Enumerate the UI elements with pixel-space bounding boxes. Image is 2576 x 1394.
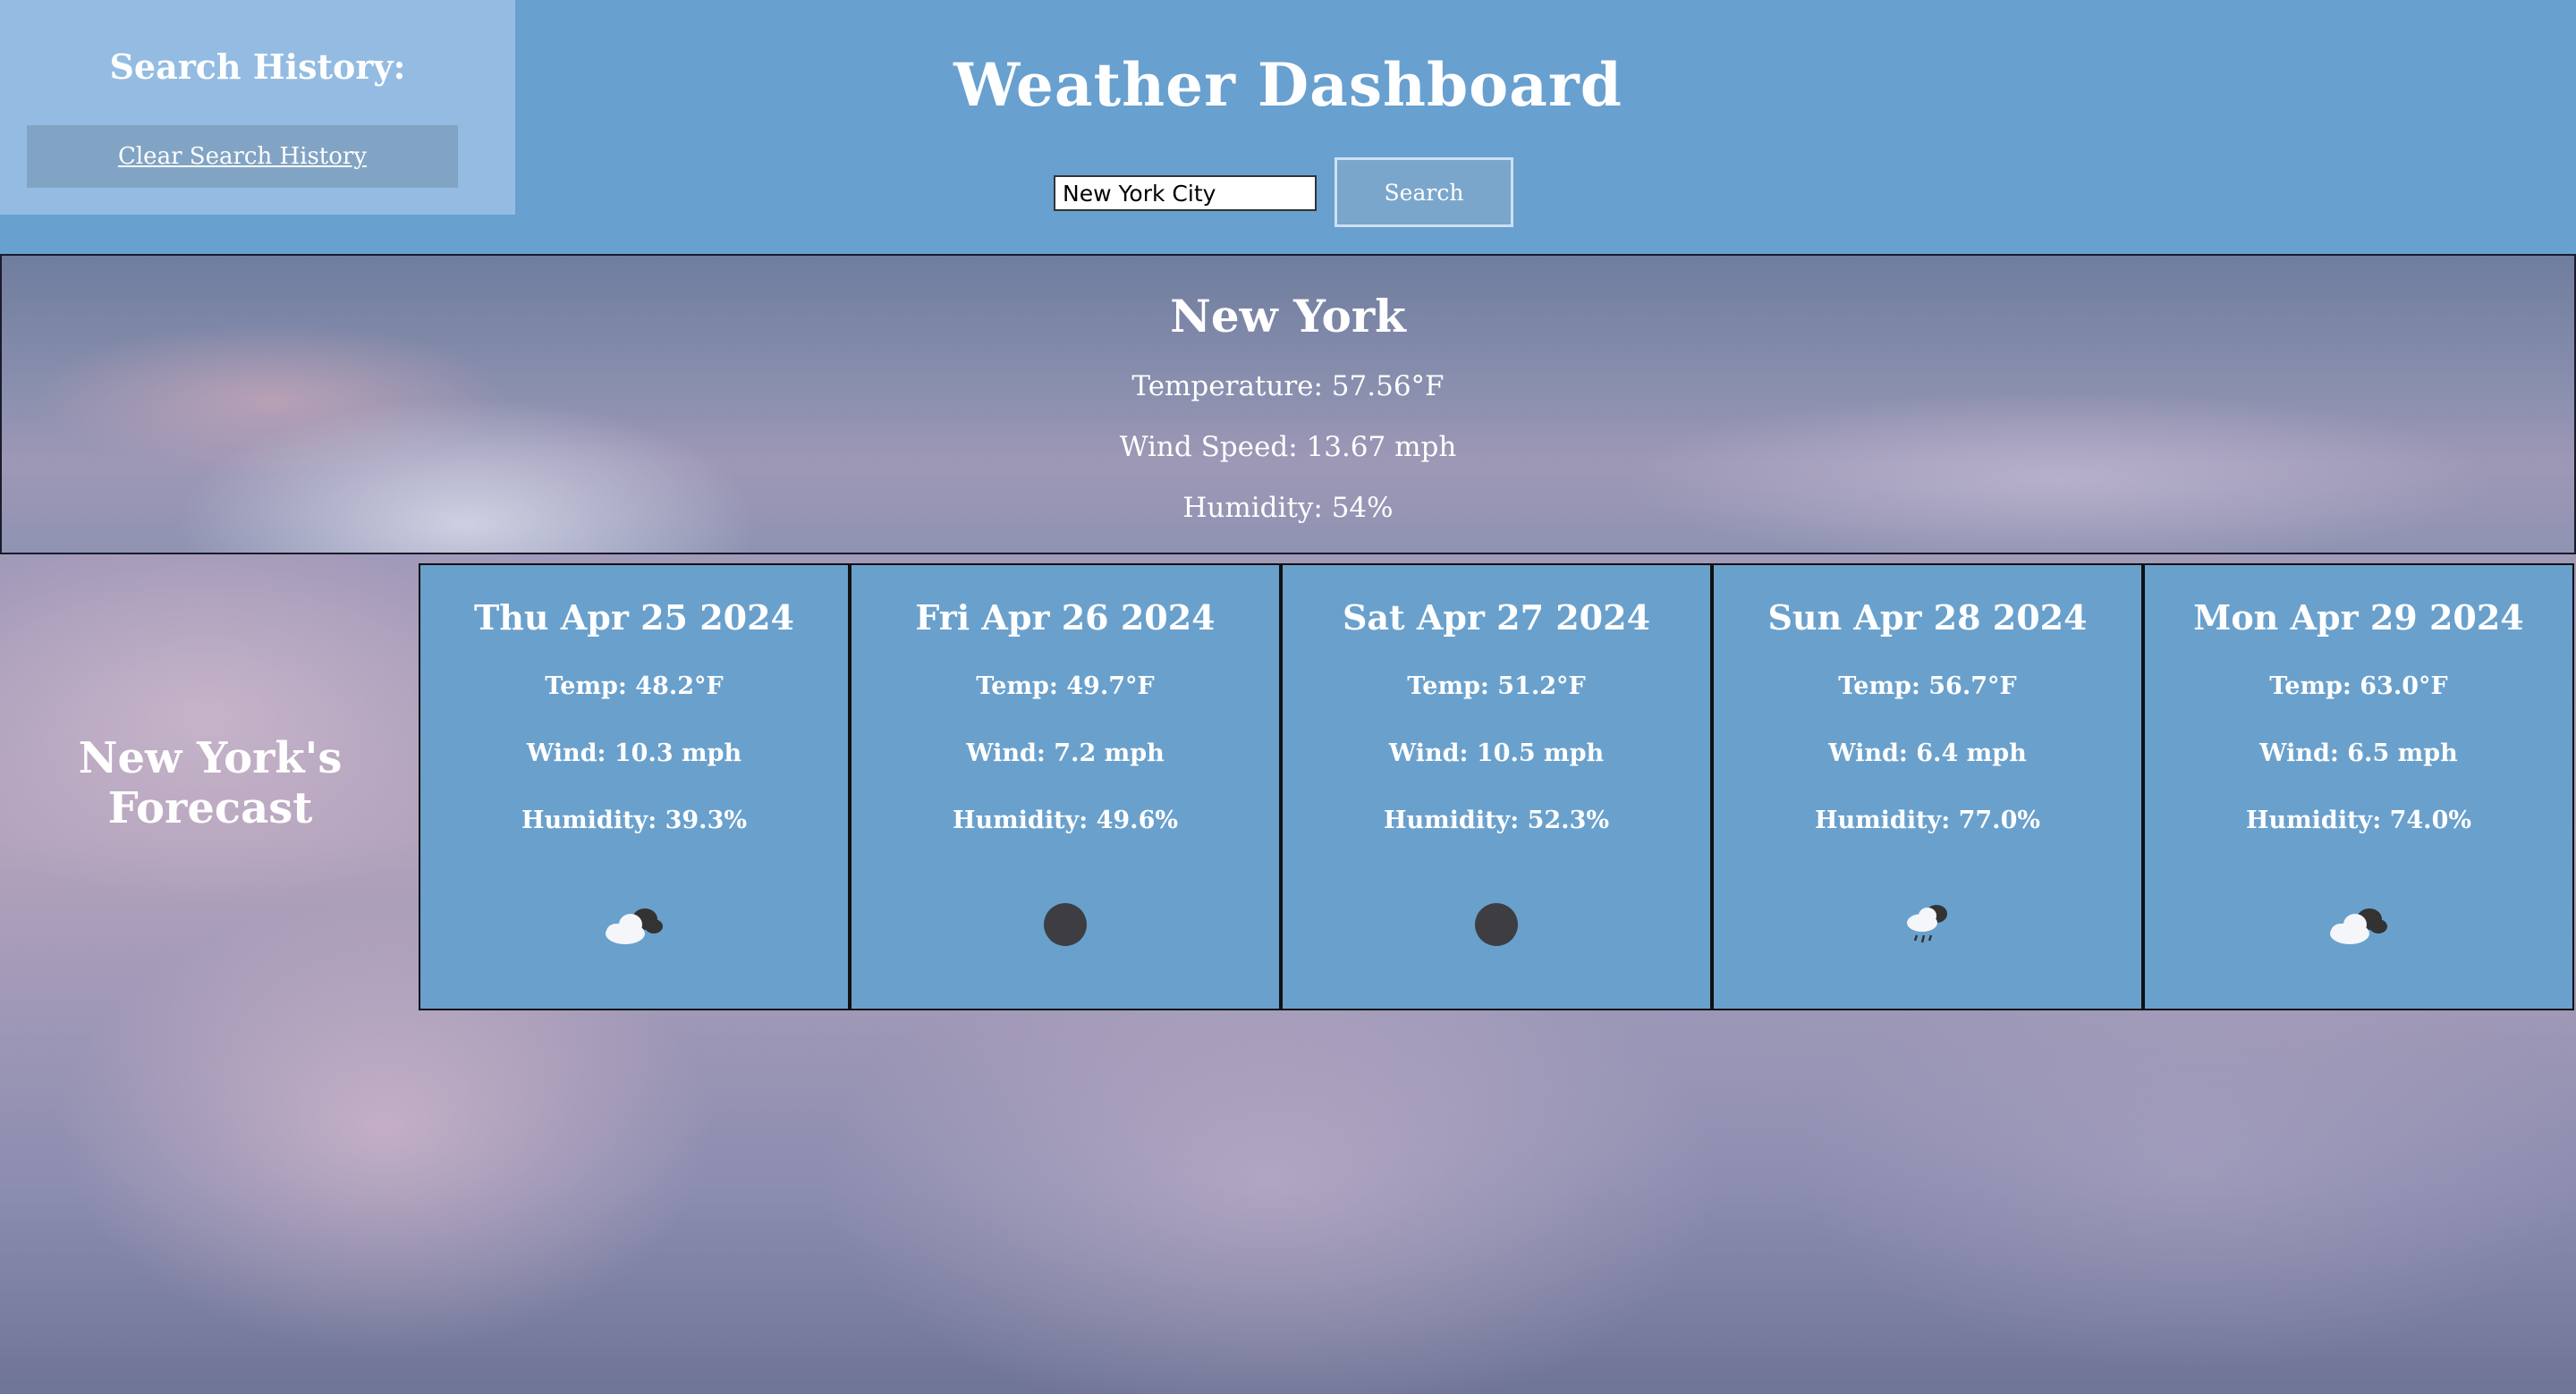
current-weather-card: New York Temperature: 57.56°F Wind Speed… bbox=[0, 254, 2576, 554]
current-humidity: Humidity: 54% bbox=[1182, 492, 1394, 524]
partly-cloudy-icon bbox=[2330, 908, 2387, 944]
forecast-temp: Temp: 51.2°F bbox=[1407, 672, 1586, 700]
dark-circle-icon bbox=[1475, 903, 1518, 946]
forecast-day-card: Sun Apr 28 2024 Temp: 56.7°F Wind: 6.4 m… bbox=[1712, 563, 2143, 1010]
forecast-humidity: Humidity: 77.0% bbox=[1814, 807, 2041, 834]
forecast-day-card: Mon Apr 29 2024 Temp: 63.0°F Wind: 6.5 m… bbox=[2143, 563, 2574, 1010]
forecast-temp: Temp: 56.7°F bbox=[1838, 672, 2017, 700]
forecast-day-card: Sat Apr 27 2024 Temp: 51.2°F Wind: 10.5 … bbox=[1281, 563, 1712, 1010]
search-button[interactable]: Search bbox=[1335, 157, 1513, 227]
clear-history-button[interactable]: Clear Search History bbox=[27, 125, 458, 188]
forecast-day-card: Thu Apr 25 2024 Temp: 48.2°F Wind: 10.3 … bbox=[419, 563, 850, 1010]
search-history-title: Search History: bbox=[109, 46, 406, 87]
forecast-wind: Wind: 10.5 mph bbox=[1388, 739, 1605, 767]
forecast-cards: Thu Apr 25 2024 Temp: 48.2°F Wind: 10.3 … bbox=[419, 563, 2576, 1010]
forecast-date: Sun Apr 28 2024 bbox=[1767, 597, 2088, 638]
forecast-wind: Wind: 6.4 mph bbox=[1828, 739, 2027, 767]
forecast-humidity: Humidity: 52.3% bbox=[1383, 807, 1610, 834]
partly-cloudy-icon bbox=[606, 908, 663, 944]
forecast-temp: Temp: 48.2°F bbox=[545, 672, 724, 700]
forecast-wind: Wind: 7.2 mph bbox=[966, 739, 1165, 767]
forecast-humidity: Humidity: 49.6% bbox=[952, 807, 1179, 834]
forecast-temp: Temp: 49.7°F bbox=[976, 672, 1155, 700]
page-title: Weather Dashboard bbox=[953, 50, 1623, 120]
forecast-wind: Wind: 10.3 mph bbox=[526, 739, 742, 767]
forecast-date: Fri Apr 26 2024 bbox=[915, 597, 1216, 638]
forecast-heading: New York's Forecast bbox=[78, 733, 343, 833]
dark-circle-icon bbox=[1044, 903, 1087, 946]
rain-cloud-icon bbox=[1907, 905, 1947, 943]
forecast-date: Mon Apr 29 2024 bbox=[2193, 597, 2524, 638]
current-city-name: New York bbox=[1170, 290, 1406, 342]
current-wind-speed: Wind Speed: 13.67 mph bbox=[1119, 431, 1457, 463]
city-search-input[interactable] bbox=[1054, 175, 1317, 211]
forecast-wind: Wind: 6.5 mph bbox=[2259, 739, 2458, 767]
forecast-humidity: Humidity: 39.3% bbox=[521, 807, 748, 834]
search-history-panel: Search History: Clear Search History bbox=[0, 0, 515, 215]
forecast-humidity: Humidity: 74.0% bbox=[2245, 807, 2472, 834]
forecast-temp: Temp: 63.0°F bbox=[2269, 672, 2448, 700]
current-temperature: Temperature: 57.56°F bbox=[1131, 370, 1445, 402]
forecast-date: Sat Apr 27 2024 bbox=[1342, 597, 1651, 638]
forecast-day-card: Fri Apr 26 2024 Temp: 49.7°F Wind: 7.2 m… bbox=[850, 563, 1281, 1010]
forecast-date: Thu Apr 25 2024 bbox=[474, 597, 794, 638]
